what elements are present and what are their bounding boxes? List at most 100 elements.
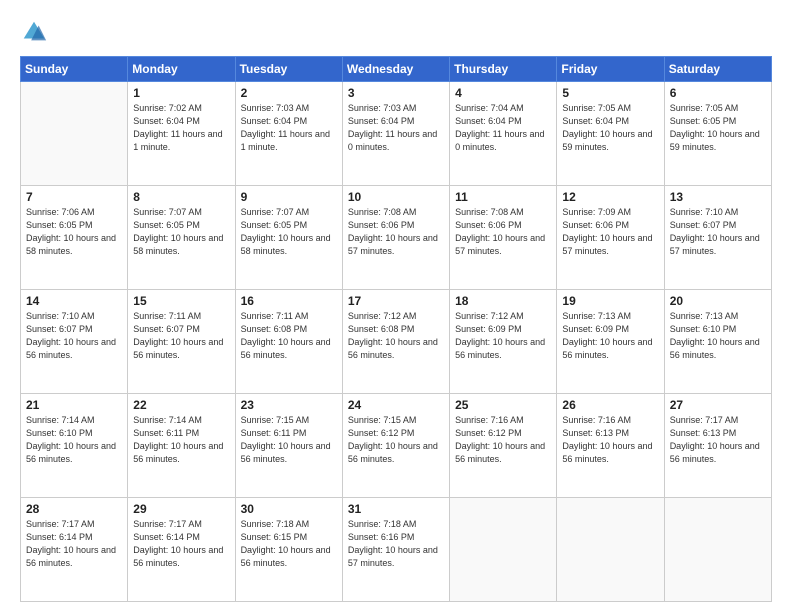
weekday-header-monday: Monday [128, 57, 235, 82]
day-info: Sunrise: 7:08 AMSunset: 6:06 PMDaylight:… [455, 206, 551, 258]
day-number: 12 [562, 190, 658, 204]
day-number: 16 [241, 294, 337, 308]
calendar-cell [21, 82, 128, 186]
calendar-cell: 29 Sunrise: 7:17 AMSunset: 6:14 PMDayligh… [128, 498, 235, 602]
day-info: Sunrise: 7:11 AMSunset: 6:08 PMDaylight:… [241, 310, 337, 362]
week-row-2: 7Sunrise: 7:06 AMSunset: 6:05 PMDaylight… [21, 186, 772, 290]
calendar-header-row: SundayMondayTuesdayWednesdayThursdayFrid… [21, 57, 772, 82]
calendar-cell [450, 498, 557, 602]
calendar-cell: 30 Sunrise: 7:18 AMSunset: 6:15 PMDayligh… [235, 498, 342, 602]
day-info: Sunrise: 7:03 AMSunset: 6:04 PMDaylight:… [348, 102, 444, 154]
day-number: 19 [562, 294, 658, 308]
day-info: Sunrise: 7:07 AMSunset: 6:05 PMDaylight:… [133, 206, 229, 258]
day-number: 3 [348, 86, 444, 100]
calendar-cell: 5Sunrise: 7:05 AMSunset: 6:04 PMDaylight… [557, 82, 664, 186]
calendar-cell: 10 Sunrise: 7:08 AMSunset: 6:06 PMDayligh… [342, 186, 449, 290]
calendar-cell: 4 Sunrise: 7:04 AMSunset: 6:04 PMDaylight… [450, 82, 557, 186]
calendar-cell: 16 Sunrise: 7:11 AMSunset: 6:08 PMDayligh… [235, 290, 342, 394]
day-number: 6 [670, 86, 766, 100]
day-info: Sunrise: 7:16 AMSunset: 6:12 PMDaylight:… [455, 414, 551, 466]
page: SundayMondayTuesdayWednesdayThursdayFrid… [0, 0, 792, 612]
day-number: 28 [26, 502, 122, 516]
logo [20, 18, 52, 46]
day-info: Sunrise: 7:12 AMSunset: 6:09 PMDaylight:… [455, 310, 551, 362]
weekday-header-wednesday: Wednesday [342, 57, 449, 82]
calendar-cell: 25 Sunrise: 7:16 AMSunset: 6:12 PMDayligh… [450, 394, 557, 498]
day-number: 22 [133, 398, 229, 412]
calendar-cell: 2 Sunrise: 7:03 AMSunset: 6:04 PMDaylight… [235, 82, 342, 186]
calendar-cell: 28Sunrise: 7:17 AMSunset: 6:14 PMDayligh… [21, 498, 128, 602]
calendar-cell: 19 Sunrise: 7:13 AMSunset: 6:09 PMDayligh… [557, 290, 664, 394]
calendar-cell: 7Sunrise: 7:06 AMSunset: 6:05 PMDaylight… [21, 186, 128, 290]
weekday-header-thursday: Thursday [450, 57, 557, 82]
day-info: Sunrise: 7:14 AMSunset: 6:10 PMDaylight:… [26, 414, 122, 466]
calendar-cell: 11Sunrise: 7:08 AMSunset: 6:06 PMDayligh… [450, 186, 557, 290]
weekday-header-tuesday: Tuesday [235, 57, 342, 82]
day-number: 18 [455, 294, 551, 308]
day-info: Sunrise: 7:14 AMSunset: 6:11 PMDaylight:… [133, 414, 229, 466]
calendar-cell: 21 Sunrise: 7:14 AMSunset: 6:10 PMDayligh… [21, 394, 128, 498]
day-info: Sunrise: 7:03 AMSunset: 6:04 PMDaylight:… [241, 102, 337, 154]
day-number: 23 [241, 398, 337, 412]
calendar-cell: 27 Sunrise: 7:17 AMSunset: 6:13 PMDayligh… [664, 394, 771, 498]
day-number: 15 [133, 294, 229, 308]
calendar-cell: 24 Sunrise: 7:15 AMSunset: 6:12 PMDayligh… [342, 394, 449, 498]
day-info: Sunrise: 7:13 AMSunset: 6:09 PMDaylight:… [562, 310, 658, 362]
calendar-cell: 26Sunrise: 7:16 AMSunset: 6:13 PMDayligh… [557, 394, 664, 498]
weekday-header-sunday: Sunday [21, 57, 128, 82]
day-number: 24 [348, 398, 444, 412]
day-info: Sunrise: 7:08 AMSunset: 6:06 PMDaylight:… [348, 206, 444, 258]
day-info: Sunrise: 7:11 AMSunset: 6:07 PMDaylight:… [133, 310, 229, 362]
day-number: 25 [455, 398, 551, 412]
day-number: 8 [133, 190, 229, 204]
day-info: Sunrise: 7:18 AMSunset: 6:16 PMDaylight:… [348, 518, 444, 570]
calendar-cell [557, 498, 664, 602]
day-info: Sunrise: 7:18 AMSunset: 6:15 PMDaylight:… [241, 518, 337, 570]
calendar-cell: 14 Sunrise: 7:10 AMSunset: 6:07 PMDayligh… [21, 290, 128, 394]
day-info: Sunrise: 7:02 AMSunset: 6:04 PMDaylight:… [133, 102, 229, 154]
day-info: Sunrise: 7:12 AMSunset: 6:08 PMDaylight:… [348, 310, 444, 362]
calendar-cell: 23 Sunrise: 7:15 AMSunset: 6:11 PMDayligh… [235, 394, 342, 498]
calendar-cell: 15 Sunrise: 7:11 AMSunset: 6:07 PMDayligh… [128, 290, 235, 394]
day-number: 17 [348, 294, 444, 308]
weekday-header-saturday: Saturday [664, 57, 771, 82]
day-info: Sunrise: 7:10 AMSunset: 6:07 PMDaylight:… [670, 206, 766, 258]
day-number: 1 [133, 86, 229, 100]
calendar-cell: 12 Sunrise: 7:09 AMSunset: 6:06 PMDayligh… [557, 186, 664, 290]
day-info: Sunrise: 7:10 AMSunset: 6:07 PMDaylight:… [26, 310, 122, 362]
day-number: 2 [241, 86, 337, 100]
day-number: 10 [348, 190, 444, 204]
day-info: Sunrise: 7:13 AMSunset: 6:10 PMDaylight:… [670, 310, 766, 362]
day-number: 4 [455, 86, 551, 100]
day-number: 27 [670, 398, 766, 412]
week-row-5: 28 Sunrise: 7:17 AMSunset: 6:14 PMDayligh… [21, 498, 772, 602]
day-info: Sunrise: 7:16 AMSunset: 6:13 PMDaylight:… [562, 414, 658, 466]
header [20, 18, 772, 46]
day-number: 20 [670, 294, 766, 308]
day-info: Sunrise: 7:05 AMSunset: 6:05 PMDaylight:… [670, 102, 766, 154]
day-number: 13 [670, 190, 766, 204]
day-info: Sunrise: 7:05 AMSunset: 6:04 PMDaylight:… [562, 102, 658, 154]
day-number: 9 [241, 190, 337, 204]
day-number: 21 [26, 398, 122, 412]
calendar-cell: 20 Sunrise: 7:13 AMSunset: 6:10 PMDayligh… [664, 290, 771, 394]
weekday-header-friday: Friday [557, 57, 664, 82]
week-row-3: 14 Sunrise: 7:10 AMSunset: 6:07 PMDayligh… [21, 290, 772, 394]
calendar-cell: 31Sunrise: 7:18 AMSunset: 6:16 PMDayligh… [342, 498, 449, 602]
day-number: 30 [241, 502, 337, 516]
day-info: Sunrise: 7:17 AMSunset: 6:13 PMDaylight:… [670, 414, 766, 466]
logo-icon [20, 18, 48, 46]
day-number: 14 [26, 294, 122, 308]
calendar-cell: 3 Sunrise: 7:03 AMSunset: 6:04 PMDaylight… [342, 82, 449, 186]
calendar-table: SundayMondayTuesdayWednesdayThursdayFrid… [20, 56, 772, 602]
calendar-cell [664, 498, 771, 602]
calendar-cell: 9Sunrise: 7:07 AMSunset: 6:05 PMDaylight… [235, 186, 342, 290]
day-info: Sunrise: 7:15 AMSunset: 6:12 PMDaylight:… [348, 414, 444, 466]
day-info: Sunrise: 7:04 AMSunset: 6:04 PMDaylight:… [455, 102, 551, 154]
day-number: 29 [133, 502, 229, 516]
day-info: Sunrise: 7:09 AMSunset: 6:06 PMDaylight:… [562, 206, 658, 258]
day-info: Sunrise: 7:15 AMSunset: 6:11 PMDaylight:… [241, 414, 337, 466]
day-info: Sunrise: 7:17 AMSunset: 6:14 PMDaylight:… [133, 518, 229, 570]
calendar-cell: 1 Sunrise: 7:02 AMSunset: 6:04 PMDaylight… [128, 82, 235, 186]
day-number: 7 [26, 190, 122, 204]
